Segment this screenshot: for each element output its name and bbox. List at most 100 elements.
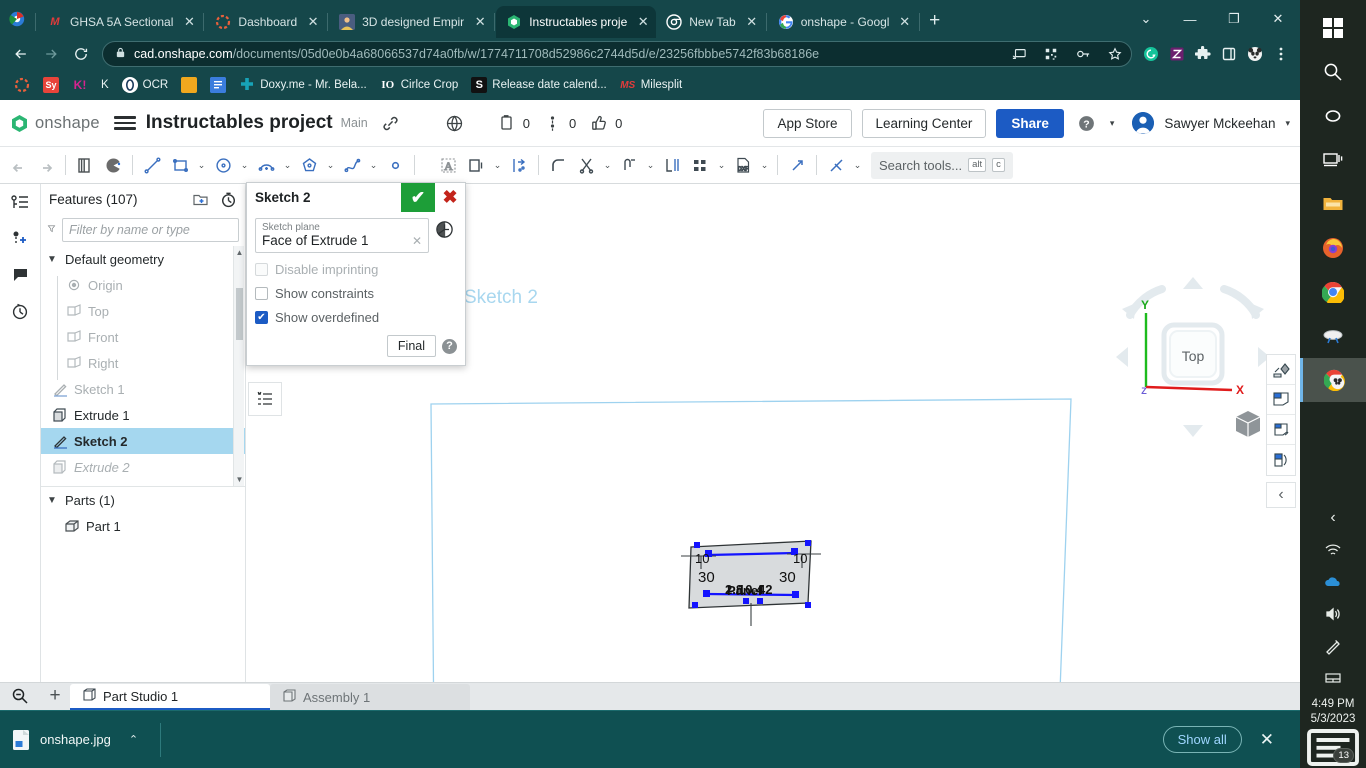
rotate-view-icon[interactable] [1267, 415, 1295, 445]
tree-item-front[interactable]: Front [41, 324, 245, 350]
close-icon[interactable]: ✕ [180, 13, 198, 31]
close-download-bar-button[interactable]: ✕ [1242, 730, 1288, 750]
download-item[interactable]: onshape.jpg ⌃ [12, 729, 160, 751]
password-key-icon[interactable] [1071, 42, 1095, 66]
tree-item-origin[interactable]: Origin [41, 272, 245, 298]
polygon-chevron-down-icon[interactable]: ⌄ [323, 150, 338, 180]
close-icon[interactable]: ✕ [471, 13, 489, 31]
dimension-label-7[interactable]: Panel [727, 583, 762, 598]
undo-icon[interactable] [4, 150, 32, 180]
text-icon[interactable]: A [434, 150, 462, 180]
features-filter-input[interactable] [62, 218, 239, 242]
scrollbar-thumb[interactable] [236, 288, 243, 340]
bookmark-item[interactable]: Doxy.me - Mr. Bela... [233, 74, 373, 96]
kebab-menu-icon[interactable] [1268, 40, 1294, 68]
offset-chevron-down-icon[interactable]: ⌄ [490, 150, 505, 180]
bookmark-item[interactable]: MS Milesplit [614, 74, 689, 96]
bookmark-item[interactable]: K! [66, 74, 94, 96]
versions-count[interactable]: 0 [540, 110, 576, 136]
checkbox-box[interactable] [255, 287, 268, 300]
avatar[interactable] [1132, 112, 1154, 134]
comments-icon[interactable] [7, 262, 33, 288]
chevron-down-icon[interactable]: ▼ [47, 254, 59, 265]
cast-icon[interactable] [1007, 42, 1031, 66]
minimize-button[interactable]: — [1168, 2, 1212, 36]
app-store-button[interactable]: App Store [763, 109, 851, 138]
pattern-chevron-down-icon[interactable]: ⌄ [714, 150, 729, 180]
touchpad-icon[interactable] [1300, 662, 1366, 694]
circle-icon[interactable] [209, 150, 237, 180]
use-icon[interactable] [658, 150, 686, 180]
dimension-icon[interactable] [822, 150, 850, 180]
file-explorer-icon[interactable] [1300, 182, 1366, 226]
checkbox-show-overdefined[interactable]: ✔ Show overdefined [255, 310, 457, 325]
features-tree-scrollbar[interactable]: ▲ ▼ [233, 246, 244, 486]
clear-x-icon[interactable]: ✕ [412, 234, 424, 248]
polygon-icon[interactable] [295, 150, 323, 180]
browser-tab-5[interactable]: onshape - Google S ✕ [768, 6, 918, 38]
tree-item-extrude-1[interactable]: Extrude 1 [41, 402, 245, 428]
user-name[interactable]: Sawyer Mckeehan [1164, 116, 1275, 131]
tab-assembly-1[interactable]: Assembly 1 [270, 684, 470, 710]
history-icon[interactable] [7, 298, 33, 324]
dimension-label-0[interactable]: 10 [695, 551, 709, 566]
chevron-up-icon[interactable]: ‹ [1300, 502, 1366, 534]
x-icon[interactable]: ✖ [435, 183, 465, 212]
pen-icon[interactable] [1300, 630, 1366, 662]
close-icon[interactable]: ✕ [634, 13, 652, 31]
copies-count[interactable]: 0 [494, 110, 530, 136]
arc-icon[interactable] [252, 150, 280, 180]
main-menu-button[interactable] [114, 116, 136, 130]
chevron-down-icon[interactable]: ▼ [47, 495, 59, 506]
chrome-active-icon[interactable] [1300, 358, 1366, 402]
checkmark-icon[interactable]: ✔ [401, 183, 435, 212]
forward-arrow-icon[interactable] [36, 40, 66, 68]
reload-icon[interactable] [66, 40, 96, 68]
chrome-profile-icon[interactable] [0, 0, 34, 38]
add-tab-button[interactable]: + [40, 682, 70, 710]
globe-icon[interactable] [442, 110, 468, 136]
line-icon[interactable] [138, 150, 166, 180]
bookmark-item[interactable] [8, 74, 36, 96]
firefox-icon[interactable] [1300, 226, 1366, 270]
puzzle-extensions-icon[interactable] [1190, 40, 1216, 68]
final-button[interactable]: Final [387, 335, 436, 357]
scroll-up-arrow-icon[interactable]: ▲ [235, 248, 244, 257]
trim-icon[interactable] [572, 150, 600, 180]
linear-pattern-icon[interactable] [686, 150, 714, 180]
show-all-downloads-button[interactable]: Show all [1163, 726, 1242, 753]
help-circle-icon[interactable]: ? [1074, 110, 1100, 136]
sidepanel-icon[interactable] [1216, 40, 1242, 68]
mirror-icon[interactable] [505, 150, 533, 180]
help-chevron-down-icon[interactable]: ▾ [1110, 118, 1115, 129]
part-item-part-1[interactable]: Part 1 [41, 513, 245, 539]
extend-chevron-down-icon[interactable]: ⌄ [643, 150, 658, 180]
browser-tab-0[interactable]: M GHSA 5A Sectional ✕ [37, 6, 202, 38]
browser-tab-3[interactable]: Instructables proje ✕ [496, 6, 656, 38]
task-view-icon[interactable] [1300, 138, 1366, 182]
chrome-icon[interactable] [1300, 270, 1366, 314]
tree-item-top[interactable]: Top [41, 298, 245, 324]
panda-avatar-icon[interactable] [1242, 40, 1268, 68]
fillet-icon[interactable] [544, 150, 572, 180]
sketch-dimension-icon[interactable] [99, 150, 127, 180]
tree-item-right[interactable]: Right [41, 350, 245, 376]
add-part-studio-icon[interactable] [7, 226, 33, 252]
dimension-label-3[interactable]: 30 [779, 569, 796, 586]
bookmark-item[interactable]: Sy [37, 74, 65, 96]
tree-item-sketch-3[interactable]: Sketch 3 [41, 480, 245, 486]
view-cube[interactable]: Top Y X Z ▾ [1108, 269, 1278, 449]
dimension-label-2[interactable]: 10 [793, 551, 807, 566]
tree-item-default-geometry[interactable]: ▼ Default geometry [41, 246, 245, 272]
extend-icon[interactable] [615, 150, 643, 180]
link-icon[interactable] [378, 110, 404, 136]
spline-chevron-down-icon[interactable]: ⌄ [366, 150, 381, 180]
notifications-icon[interactable]: 13 [1300, 732, 1366, 766]
bookmark-item[interactable]: S Release date calend... [465, 74, 612, 96]
bookmark-item[interactable]: K [95, 76, 115, 94]
bookmark-item[interactable]: OCR [116, 74, 175, 96]
share-button[interactable]: Share [996, 109, 1064, 138]
likes-count[interactable]: 0 [586, 110, 622, 136]
browser-tab-4[interactable]: New Tab ✕ [656, 6, 764, 38]
history-clock-icon[interactable] [435, 220, 457, 242]
